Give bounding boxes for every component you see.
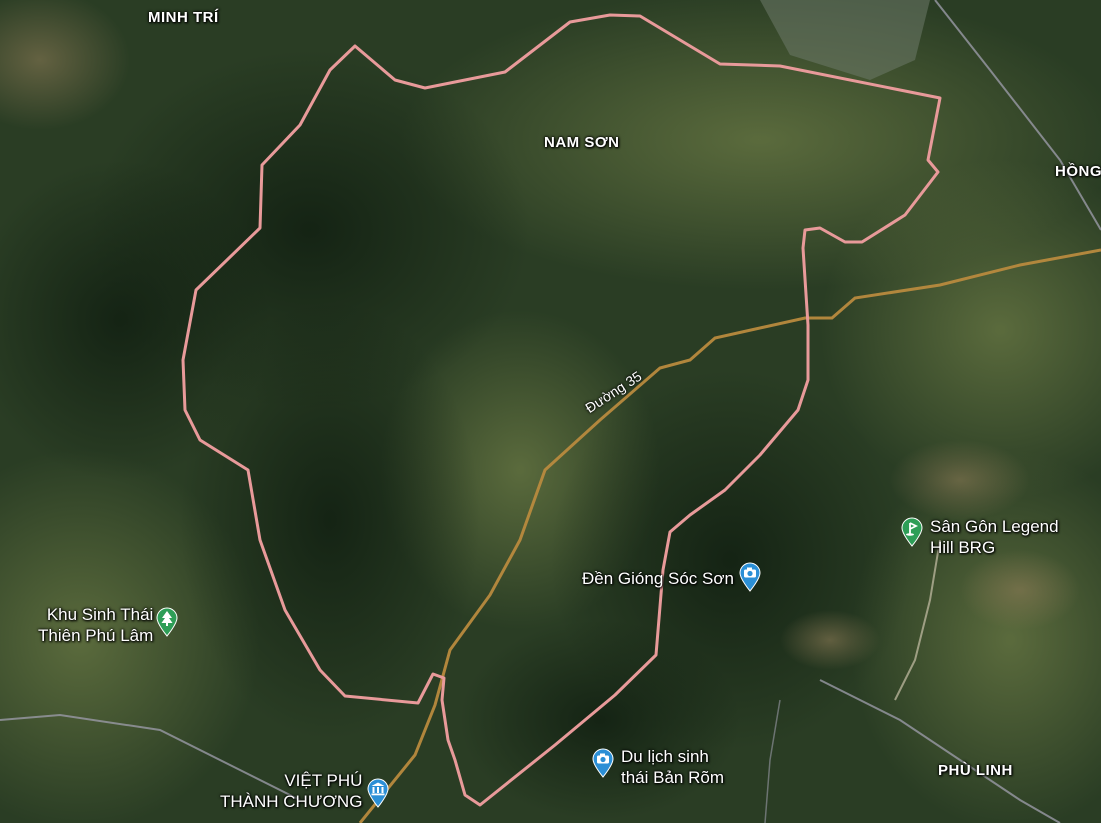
poi-khu-sinh-thai-line2: Thiên Phú Lâm bbox=[38, 626, 154, 645]
satellite-map[interactable]: MINH TRÍ NAM SƠN HỒNG PHÙ LINH Đường 35 … bbox=[0, 0, 1101, 823]
poi-du-lich-sinh-thai[interactable]: Du lịch sinh thái Bản Rõm bbox=[591, 738, 724, 788]
golf-icon bbox=[901, 517, 923, 547]
poi-viet-phu-line1: VIỆT PHÚ bbox=[284, 771, 363, 790]
poi-golf-course[interactable]: Sân Gôn Legend Hill BRG bbox=[900, 506, 1059, 558]
area-label-nam-son: NAM SƠN bbox=[544, 134, 620, 151]
poi-viet-phu-line2: THÀNH CHƯƠNG bbox=[220, 792, 363, 811]
poi-viet-phu[interactable]: VIỆT PHÚ THÀNH CHƯƠNG bbox=[220, 771, 390, 812]
area-label-phu-linh: PHÙ LINH bbox=[938, 762, 1013, 779]
poi-golf-line1: Sân Gôn Legend bbox=[930, 517, 1059, 536]
poi-den-giong-line1: Đền Gióng Sóc Sơn bbox=[582, 568, 734, 588]
poi-khu-sinh-thai-line1: Khu Sinh Thái bbox=[46, 605, 154, 624]
area-label-hong: HỒNG bbox=[1055, 163, 1101, 180]
map-imagery bbox=[0, 0, 1101, 823]
tree-icon bbox=[156, 607, 178, 637]
poi-golf-line2: Hill BRG bbox=[930, 538, 996, 557]
poi-den-giong[interactable]: Đền Gióng Sóc Sơn bbox=[582, 562, 762, 592]
poi-khu-sinh-thai[interactable]: Khu Sinh Thái Thiên Phú Lâm bbox=[38, 598, 179, 646]
poi-du-lich-line1: Du lịch sinh bbox=[621, 747, 709, 766]
poi-du-lich-line2: thái Bản Rõm bbox=[621, 768, 724, 787]
museum-icon bbox=[367, 778, 389, 808]
camera-icon bbox=[739, 562, 761, 592]
area-label-minh-tri: MINH TRÍ bbox=[148, 9, 219, 26]
camera-icon bbox=[592, 748, 614, 778]
